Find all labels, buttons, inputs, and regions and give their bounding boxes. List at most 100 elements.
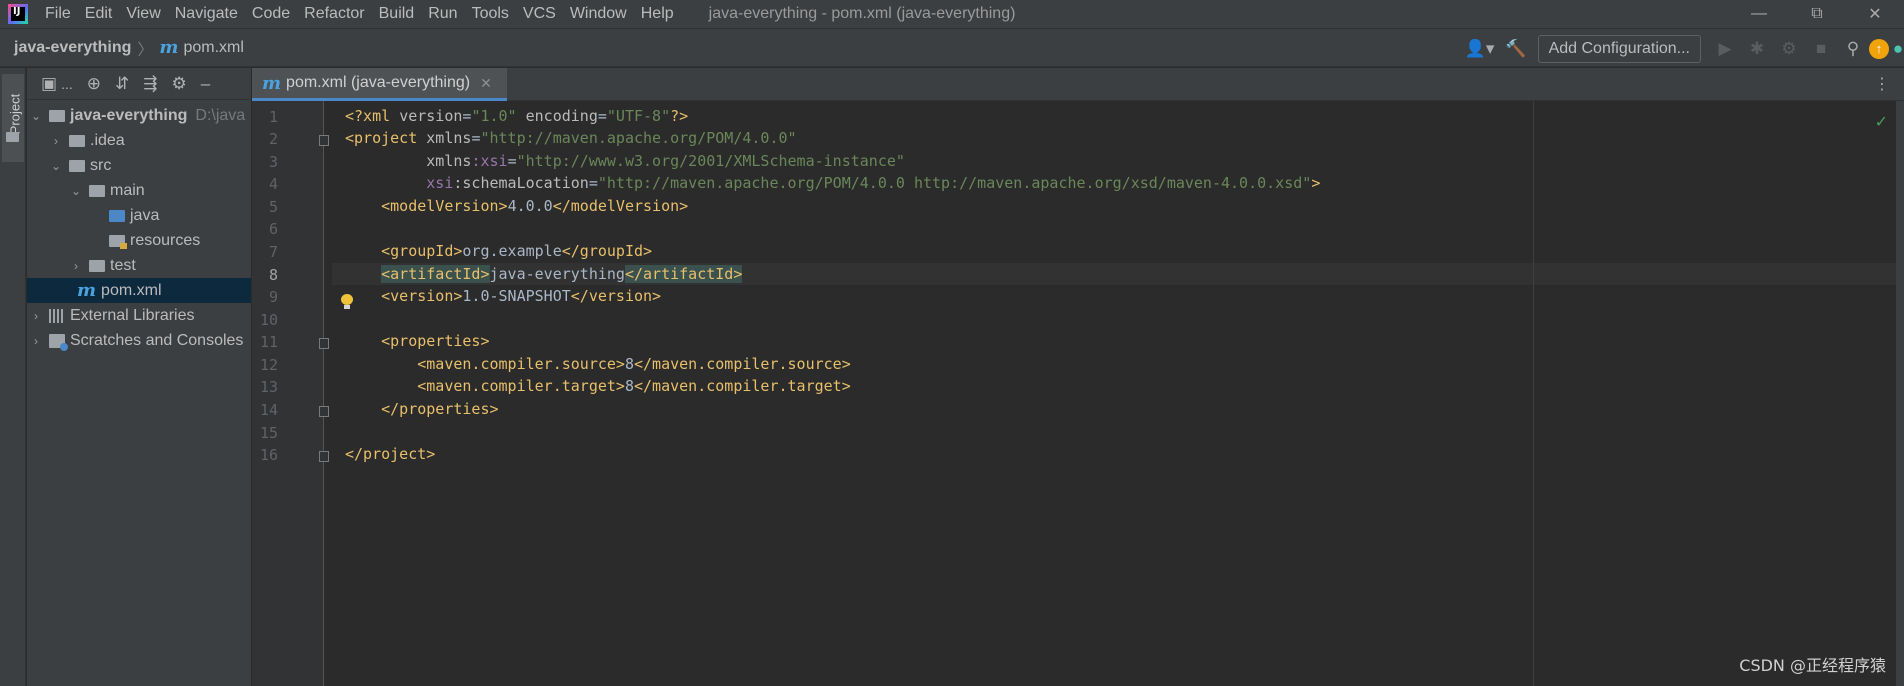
menu-help[interactable]: Help bbox=[634, 0, 681, 28]
search-icon[interactable]: ⚲ bbox=[1840, 36, 1866, 62]
menu-tools[interactable]: Tools bbox=[465, 0, 516, 28]
tree-item-main[interactable]: ⌄ main bbox=[27, 178, 251, 203]
tree-item-idea[interactable]: › .idea bbox=[27, 128, 251, 153]
tree-item-src[interactable]: ⌄ src bbox=[27, 153, 251, 178]
menu-build[interactable]: Build bbox=[372, 0, 422, 28]
editor: m pom.xml (java-everything) ✕ ⋮ 1 2 3 4 … bbox=[252, 68, 1904, 686]
code-line-16: </project> bbox=[332, 443, 1904, 465]
tree-item-label: main bbox=[110, 181, 145, 199]
collapse-all-icon[interactable]: ⇶ bbox=[143, 74, 157, 94]
view-options-icon[interactable]: ... bbox=[61, 76, 73, 92]
locate-file-icon[interactable]: ⊕ bbox=[87, 74, 101, 94]
chevron-right-icon[interactable]: › bbox=[49, 134, 63, 148]
line-number: 2 bbox=[268, 130, 278, 148]
close-tab-icon[interactable]: ✕ bbox=[480, 75, 492, 92]
chevron-right-icon[interactable]: › bbox=[29, 309, 43, 323]
expand-all-icon[interactable]: ⇵ bbox=[115, 74, 129, 94]
fold-toggle-icon[interactable] bbox=[319, 338, 329, 349]
restore-icon[interactable]: ⧉ bbox=[1788, 0, 1846, 28]
menu-file[interactable]: File bbox=[38, 0, 78, 28]
tab-pom-xml[interactable]: m pom.xml (java-everything) ✕ bbox=[252, 68, 507, 101]
chevron-down-icon[interactable]: ⌄ bbox=[69, 184, 83, 198]
line-number: 13 bbox=[259, 378, 278, 396]
add-configuration-button[interactable]: Add Configuration... bbox=[1537, 34, 1701, 63]
project-tool-label: Project bbox=[7, 93, 23, 135]
line-number: 10 bbox=[259, 311, 278, 329]
close-window-icon[interactable]: ✕ bbox=[1846, 0, 1904, 28]
tag-open: <maven.compiler.source> bbox=[345, 355, 625, 373]
tree-item-java[interactable]: java bbox=[27, 203, 251, 228]
code-area[interactable]: <?xml version="1.0" encoding="UTF-8"?> <… bbox=[332, 101, 1904, 686]
tag-open: <modelVersion> bbox=[345, 197, 508, 215]
chevron-right-icon[interactable]: › bbox=[29, 334, 43, 348]
tree-item-label: src bbox=[90, 156, 112, 174]
namespace: :xsi bbox=[471, 152, 508, 170]
minimize-icon[interactable]: — bbox=[1730, 0, 1788, 28]
menu-bar: IJ File Edit View Navigate Code Refactor… bbox=[0, 0, 1904, 28]
toolbox-icon[interactable]: ● bbox=[1892, 36, 1904, 62]
fold-toggle-icon[interactable] bbox=[319, 451, 329, 462]
chevron-down-icon[interactable]: ⌄ bbox=[29, 109, 43, 123]
tree-item-label: External Libraries bbox=[70, 306, 195, 324]
code-line-8: <artifactId>java-everything</artifactId> bbox=[332, 263, 1904, 285]
stop-icon[interactable]: ■ bbox=[1808, 36, 1834, 62]
breadcrumb-file[interactable]: pom.xml bbox=[183, 39, 243, 57]
navigation-bar: java-everything 〉 m pom.xml 👤▾ 🔨 Add Con… bbox=[0, 28, 1904, 67]
menu-vcs[interactable]: VCS bbox=[516, 0, 563, 28]
tag-close: </maven.compiler.target> bbox=[634, 377, 851, 395]
menu-edit[interactable]: Edit bbox=[78, 0, 120, 28]
attr-name: encoding bbox=[525, 107, 598, 125]
coverage-icon[interactable]: ⚙ bbox=[1776, 36, 1802, 62]
menu-window[interactable]: Window bbox=[563, 0, 634, 28]
line-number: 6 bbox=[268, 220, 278, 238]
menu-run[interactable]: Run bbox=[421, 0, 464, 28]
tree-item-scratches[interactable]: › Scratches and Consoles bbox=[27, 328, 251, 353]
attr-value: "UTF-8" bbox=[606, 107, 671, 125]
tag-close: </groupId> bbox=[561, 242, 653, 260]
menu-navigate[interactable]: Navigate bbox=[168, 0, 245, 28]
attr-name: version bbox=[399, 107, 463, 125]
line-number: 3 bbox=[268, 153, 278, 171]
project-tree: ⌄ java-everything D:\java › .idea ⌄ src … bbox=[27, 100, 251, 353]
debug-icon[interactable]: ✱ bbox=[1744, 36, 1770, 62]
update-icon[interactable]: ↑ bbox=[1869, 38, 1889, 59]
project-view-icon[interactable]: ▣ bbox=[41, 74, 57, 94]
tree-item-label: java bbox=[130, 206, 160, 224]
menu-code[interactable]: Code bbox=[245, 0, 297, 28]
tree-item-external-libraries[interactable]: › External Libraries bbox=[27, 303, 251, 328]
settings-gear-icon[interactable]: ⚙ bbox=[171, 74, 186, 94]
code-line-5: <modelVersion>4.0.0</modelVersion> bbox=[332, 195, 1904, 217]
chevron-right-icon[interactable]: › bbox=[69, 259, 83, 273]
folder-icon bbox=[6, 132, 19, 142]
fold-toggle-icon[interactable] bbox=[319, 135, 329, 146]
code-line-11: <properties> bbox=[332, 330, 1904, 352]
tag-open: <project bbox=[345, 129, 427, 147]
project-tool-window-button[interactable]: Project bbox=[2, 74, 24, 162]
tree-item-test[interactable]: › test bbox=[27, 253, 251, 278]
tag-open: <version> bbox=[345, 287, 463, 305]
chevron-down-icon[interactable]: ⌄ bbox=[49, 159, 63, 173]
inspection-ok-icon[interactable]: ✓ bbox=[1875, 112, 1888, 132]
code-line-2: <project xmlns="http://maven.apache.org/… bbox=[332, 127, 1904, 149]
tag-close: </version> bbox=[570, 287, 662, 305]
tag-open-highlighted: <artifactId> bbox=[381, 265, 490, 283]
fold-toggle-icon[interactable] bbox=[319, 406, 329, 417]
tree-item-pom[interactable]: m pom.xml bbox=[27, 278, 251, 303]
tree-item-path: D:\java bbox=[195, 106, 246, 124]
line-number: 7 bbox=[268, 243, 278, 261]
menu-view[interactable]: View bbox=[119, 0, 167, 28]
build-hammer-icon[interactable]: 🔨 bbox=[1503, 36, 1529, 62]
tree-item-resources[interactable]: resources bbox=[27, 228, 251, 253]
hide-panel-icon[interactable]: – bbox=[201, 74, 210, 94]
project-panel-toolbar: ▣ ... ⊕ ⇵ ⇶ ⚙ – bbox=[27, 68, 251, 100]
code-line-12: <maven.compiler.source>8</maven.compiler… bbox=[332, 353, 1904, 375]
breadcrumb-project[interactable]: java-everything bbox=[14, 39, 131, 57]
line-number: 11 bbox=[259, 333, 278, 351]
user-account-icon[interactable]: 👤▾ bbox=[1463, 36, 1497, 62]
menu-refactor[interactable]: Refactor bbox=[297, 0, 371, 28]
run-icon[interactable]: ▶ bbox=[1712, 36, 1738, 62]
right-tool-strip bbox=[1896, 101, 1904, 686]
tree-item-root[interactable]: ⌄ java-everything D:\java bbox=[27, 103, 251, 128]
more-options-icon[interactable]: ⋮ bbox=[1874, 74, 1890, 94]
